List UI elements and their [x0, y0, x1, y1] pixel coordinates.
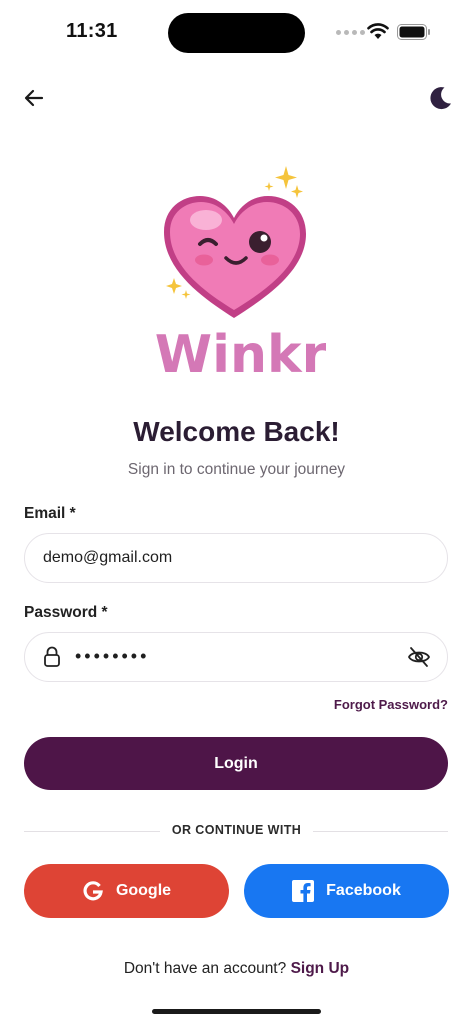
- cellular-signal-icon: [336, 30, 365, 35]
- dynamic-island: [168, 13, 305, 53]
- wifi-icon: [367, 23, 389, 39]
- signup-prompt-text: Don't have an account?: [123, 960, 287, 977]
- email-field[interactable]: demo@gmail.com: [24, 533, 448, 583]
- facebook-icon: [292, 880, 315, 902]
- google-label: Google: [115, 882, 172, 899]
- google-login-button[interactable]: Google: [24, 864, 229, 918]
- facebook-label: Facebook: [326, 882, 401, 899]
- winkr-logo: Winkr: [156, 166, 326, 382]
- google-icon: [83, 881, 103, 901]
- forgot-password-link[interactable]: Forgot Password?: [334, 697, 448, 712]
- lock-icon: [44, 646, 60, 667]
- facebook-login-button[interactable]: Facebook: [244, 864, 449, 918]
- password-field[interactable]: ••••••••: [24, 632, 448, 682]
- page-subtitle: Sign in to continue your journey: [127, 461, 346, 478]
- email-label: Email *: [24, 505, 76, 522]
- brand-wordmark: Winkr: [156, 325, 326, 382]
- back-arrow-icon[interactable]: [22, 86, 46, 110]
- email-value: demo@gmail.com: [43, 549, 173, 566]
- signup-prompt: Don't have an account? Sign Up: [0, 960, 473, 978]
- password-label: Password *: [24, 604, 108, 621]
- or-divider-text: OR CONTINUE WITH: [0, 823, 473, 837]
- status-time: 11:31: [66, 20, 118, 42]
- home-indicator[interactable]: [152, 1009, 321, 1014]
- battery-icon: [397, 24, 430, 40]
- password-value: ••••••••: [75, 646, 150, 666]
- page-title: Welcome Back!: [133, 416, 340, 447]
- eye-off-icon[interactable]: [407, 646, 431, 668]
- login-button[interactable]: Login: [24, 737, 448, 790]
- moon-icon[interactable]: [426, 84, 454, 112]
- signup-link[interactable]: Sign Up: [291, 960, 350, 977]
